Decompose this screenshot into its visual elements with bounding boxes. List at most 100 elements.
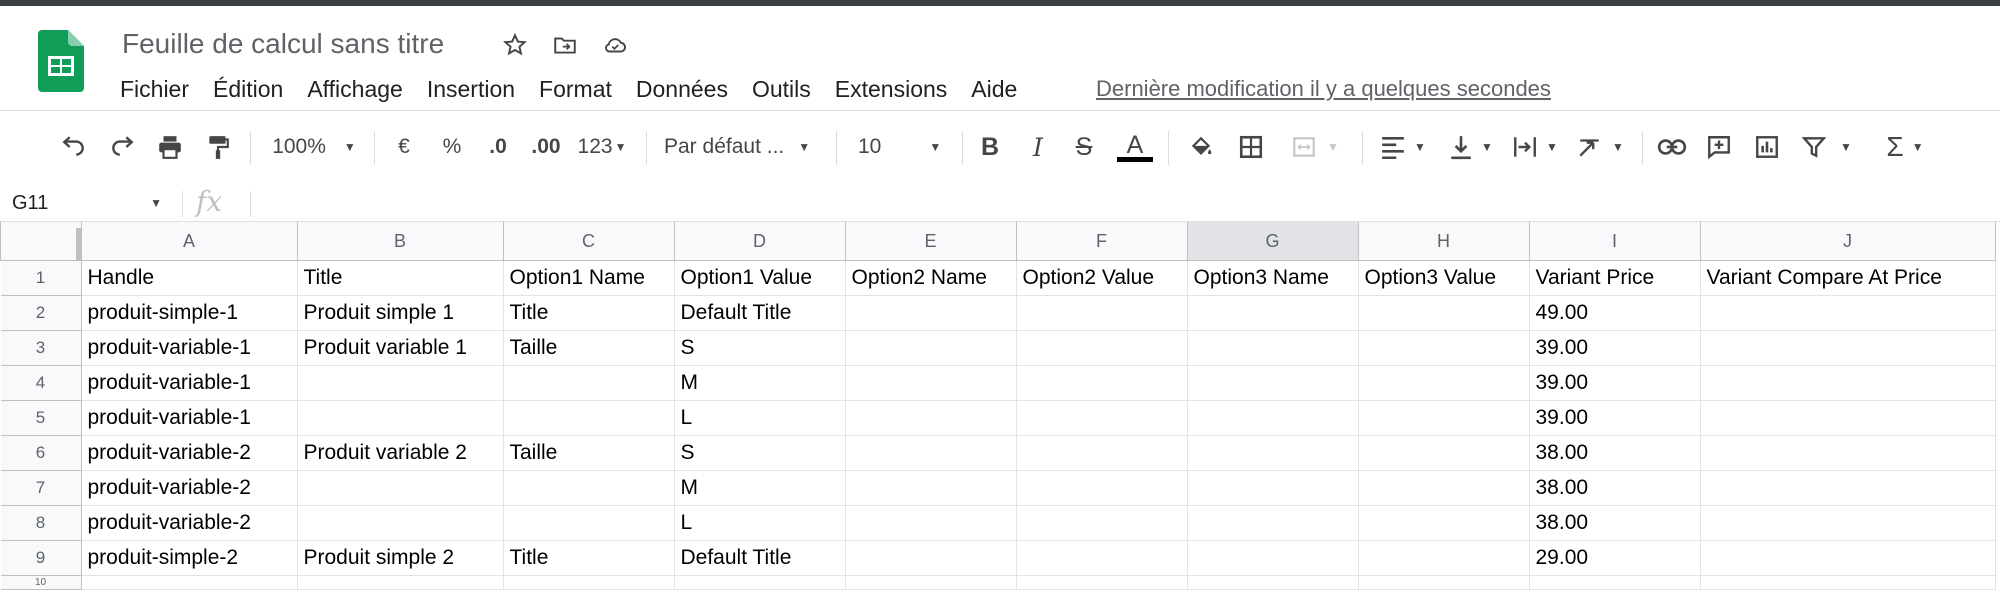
cell[interactable]: [1186, 470, 1359, 506]
cell[interactable]: [1015, 505, 1188, 541]
formula-input[interactable]: [262, 189, 1962, 217]
cell[interactable]: [1357, 435, 1530, 471]
cell[interactable]: produit-variable-1: [80, 365, 298, 401]
cell[interactable]: [1186, 575, 1359, 590]
move-folder-icon[interactable]: [550, 30, 580, 60]
cell[interactable]: [844, 365, 1017, 401]
increase-decimal-button[interactable]: .00: [526, 129, 566, 165]
cell[interactable]: [1699, 295, 1996, 331]
cell[interactable]: [1357, 505, 1530, 541]
cell[interactable]: Produit simple 1: [296, 295, 504, 331]
cell[interactable]: [1186, 540, 1359, 576]
cell[interactable]: Option1 Name: [502, 260, 675, 296]
insert-comment-icon[interactable]: [1702, 129, 1736, 165]
menu-edition[interactable]: Édition: [213, 74, 283, 105]
document-title[interactable]: Feuille de calcul sans titre: [122, 28, 444, 60]
bold-button[interactable]: B: [974, 129, 1006, 165]
cell[interactable]: [1186, 505, 1359, 541]
cell[interactable]: 38.00: [1528, 505, 1701, 541]
cell[interactable]: [1357, 540, 1530, 576]
insert-link-icon[interactable]: [1654, 129, 1690, 165]
cell[interactable]: Handle: [80, 260, 298, 296]
text-color-button[interactable]: A: [1116, 129, 1154, 165]
cell[interactable]: Produit variable 2: [296, 435, 504, 471]
cell[interactable]: [502, 365, 675, 401]
cell[interactable]: [502, 470, 675, 506]
cell[interactable]: Title: [502, 540, 675, 576]
cell[interactable]: [1699, 505, 1996, 541]
column-header-j[interactable]: J: [1699, 222, 1996, 261]
cell[interactable]: [844, 330, 1017, 366]
cell[interactable]: Option2 Value: [1015, 260, 1188, 296]
cell[interactable]: [1186, 330, 1359, 366]
cloud-saved-icon[interactable]: [600, 30, 630, 60]
cell[interactable]: [1357, 330, 1530, 366]
cell[interactable]: Option2 Name: [844, 260, 1017, 296]
cell[interactable]: Variant Price: [1528, 260, 1701, 296]
cell[interactable]: M: [673, 365, 846, 401]
print-icon[interactable]: [152, 129, 188, 165]
cell[interactable]: [502, 575, 675, 590]
cell[interactable]: [1186, 435, 1359, 471]
font-family-select[interactable]: Par défaut ... ▼: [664, 129, 824, 165]
cell[interactable]: [1015, 365, 1188, 401]
cell[interactable]: produit-simple-1: [80, 295, 298, 331]
cell[interactable]: [1699, 575, 1996, 590]
cell[interactable]: L: [673, 400, 846, 436]
column-header-a[interactable]: A: [80, 222, 298, 261]
cell[interactable]: 38.00: [1528, 470, 1701, 506]
menu-outils[interactable]: Outils: [752, 74, 811, 105]
cell[interactable]: 29.00: [1528, 540, 1701, 576]
cell[interactable]: [296, 400, 504, 436]
cell[interactable]: [844, 540, 1017, 576]
row-header[interactable]: 5: [0, 400, 82, 436]
cell[interactable]: [1015, 470, 1188, 506]
cell[interactable]: M: [673, 470, 846, 506]
cell[interactable]: 39.00: [1528, 365, 1701, 401]
cell[interactable]: [1357, 400, 1530, 436]
cell[interactable]: Produit simple 2: [296, 540, 504, 576]
text-rotation-icon[interactable]: ▼: [1572, 129, 1628, 165]
star-icon[interactable]: [500, 30, 530, 60]
borders-icon[interactable]: [1234, 129, 1268, 165]
cell[interactable]: [296, 470, 504, 506]
menu-affichage[interactable]: Affichage: [307, 74, 402, 105]
column-header-g[interactable]: G: [1186, 222, 1359, 261]
more-formats-button[interactable]: 123 ▼: [574, 129, 630, 165]
insert-chart-icon[interactable]: [1750, 129, 1784, 165]
menu-extensions[interactable]: Extensions: [835, 74, 948, 105]
cell[interactable]: L: [673, 505, 846, 541]
cell[interactable]: 39.00: [1528, 330, 1701, 366]
cell[interactable]: [844, 470, 1017, 506]
percent-button[interactable]: %: [436, 129, 468, 165]
vertical-align-icon[interactable]: ▼: [1444, 129, 1498, 165]
column-header-d[interactable]: D: [673, 222, 846, 261]
menu-format[interactable]: Format: [539, 74, 612, 105]
row-header[interactable]: 2: [0, 295, 82, 331]
column-header-i[interactable]: I: [1528, 222, 1701, 261]
column-header-h[interactable]: H: [1357, 222, 1530, 261]
menu-aide[interactable]: Aide: [971, 74, 1017, 105]
cell[interactable]: [296, 575, 504, 590]
last-edit-link[interactable]: Dernière modification il y a quelques se…: [1096, 76, 1551, 102]
italic-button[interactable]: I: [1022, 129, 1054, 165]
cell[interactable]: 39.00: [1528, 400, 1701, 436]
name-box[interactable]: G11 ▼: [12, 189, 162, 217]
cell[interactable]: Title: [296, 260, 504, 296]
cell[interactable]: Default Title: [673, 540, 846, 576]
cell[interactable]: [1186, 295, 1359, 331]
cell[interactable]: Variant Compare At Price: [1699, 260, 1996, 296]
sheets-logo-icon[interactable]: [38, 30, 84, 92]
cell[interactable]: produit-variable-1: [80, 330, 298, 366]
row-header[interactable]: 1: [0, 260, 82, 296]
horizontal-align-icon[interactable]: ▼: [1376, 129, 1430, 165]
cell[interactable]: produit-variable-2: [80, 505, 298, 541]
cell[interactable]: Title: [502, 295, 675, 331]
cell[interactable]: [1699, 470, 1996, 506]
filter-icon[interactable]: ▼: [1798, 129, 1856, 165]
cell[interactable]: [1699, 400, 1996, 436]
text-wrapping-icon[interactable]: ▼: [1508, 129, 1562, 165]
cell[interactable]: [1015, 435, 1188, 471]
menu-fichier[interactable]: Fichier: [120, 74, 189, 105]
decrease-decimal-button[interactable]: .0: [480, 129, 516, 165]
